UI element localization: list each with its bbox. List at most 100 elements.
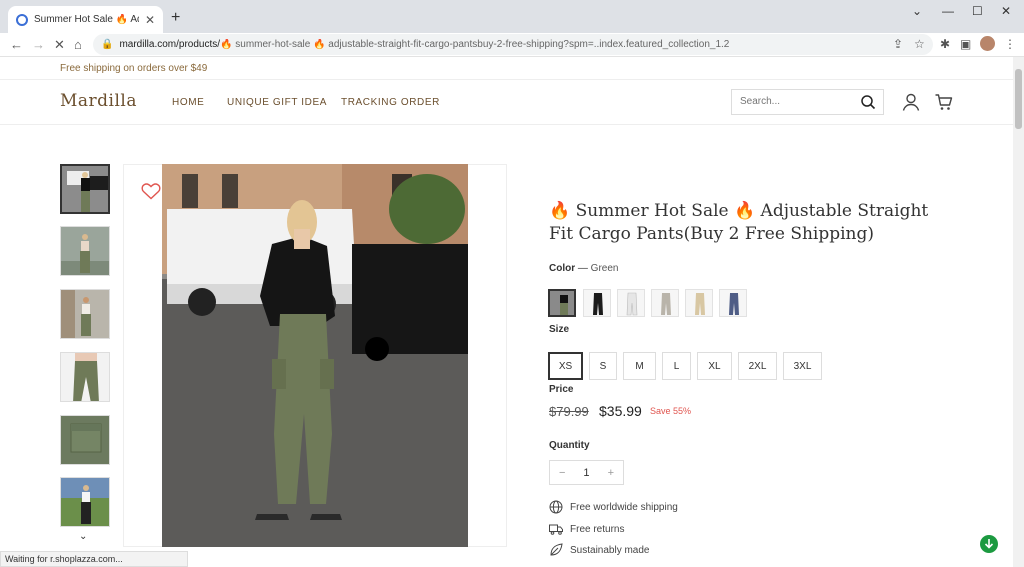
sale-price: $35.99	[599, 403, 642, 419]
thumbnail-image	[61, 416, 109, 464]
address-bar-row: ← → ✕ ⌂ 🔒 mardilla.com/products/ 🔥 summe…	[0, 33, 1024, 57]
color-label-row: Color — Green	[549, 263, 618, 274]
search-input[interactable]	[740, 96, 850, 107]
quantity-label-text: Quantity	[549, 440, 590, 451]
minimize-icon[interactable]: —	[942, 4, 954, 18]
cart-icon[interactable]	[934, 92, 954, 112]
color-dash: —	[577, 263, 588, 274]
product-title: 🔥 Summer Hot Sale 🔥 Adjustable Straight …	[549, 200, 949, 246]
thumbnail-4[interactable]	[60, 352, 110, 402]
size-s-button[interactable]: S	[589, 352, 617, 380]
globe-icon	[549, 500, 563, 514]
quantity-label: Quantity	[549, 440, 590, 451]
color-swatch-blue[interactable]	[719, 289, 747, 317]
size-xl-button[interactable]: XL	[697, 352, 732, 380]
home-icon[interactable]: ⌂	[74, 37, 82, 52]
main-product-image[interactable]	[162, 164, 468, 547]
quantity-value[interactable]: 1	[574, 461, 598, 484]
maximize-icon[interactable]: ☐	[972, 4, 983, 18]
color-swatch-black[interactable]	[583, 289, 611, 317]
close-tab-icon[interactable]: ✕	[145, 13, 155, 27]
quantity-stepper: − 1 +	[549, 460, 624, 485]
new-tab-icon[interactable]: +	[171, 9, 180, 27]
lock-icon[interactable]: 🔒	[101, 39, 113, 50]
side-panel-icon[interactable]: ▣	[960, 37, 971, 51]
price-label: Price	[549, 384, 573, 395]
extensions-icon[interactable]: ✱	[940, 37, 950, 51]
color-swatch-grey[interactable]	[651, 289, 679, 317]
url-host: mardilla.com/products/	[119, 39, 221, 50]
size-xs-button[interactable]: XS	[548, 352, 583, 380]
thumbnail-image	[61, 478, 109, 526]
tab-title: Summer Hot Sale 🔥 Adjustab	[34, 14, 139, 25]
thumbnail-3[interactable]	[60, 289, 110, 339]
thumbnail-image	[61, 290, 109, 338]
color-swatch-green[interactable]	[548, 289, 576, 317]
color-swatch-khaki[interactable]	[685, 289, 713, 317]
tab-search-icon[interactable]: ⌄	[912, 4, 922, 18]
swatch-image	[652, 290, 678, 316]
size-3xl-button[interactable]: 3XL	[783, 352, 822, 380]
color-swatch-white[interactable]	[617, 289, 645, 317]
page-scrollbar[interactable]	[1013, 57, 1024, 567]
size-m-button[interactable]: M	[623, 352, 656, 380]
swatch-image	[550, 291, 574, 315]
quantity-increase-button[interactable]: +	[599, 461, 623, 484]
nav-unique-gift-idea[interactable]: UNIQUE GIFT IDEA	[227, 97, 327, 108]
feature-worldwide-shipping: Free worldwide shipping	[549, 500, 678, 514]
site-favicon-icon	[16, 13, 28, 26]
browser-tab[interactable]: Summer Hot Sale 🔥 Adjustab ✕	[8, 6, 163, 33]
feature-text: Free returns	[570, 523, 625, 535]
swatch-image	[618, 290, 644, 316]
price-label-text: Price	[549, 384, 574, 395]
color-label: Color	[549, 263, 576, 274]
bookmark-star-icon[interactable]: ☆	[914, 37, 925, 51]
save-badge: Save 55%	[650, 406, 692, 416]
close-window-icon[interactable]: ✕	[1001, 4, 1011, 18]
site-logo[interactable]: Mardilla	[60, 91, 137, 111]
search-icon[interactable]	[860, 94, 876, 110]
scrollbar-thumb[interactable]	[1015, 69, 1022, 129]
wishlist-heart-icon[interactable]	[141, 182, 161, 200]
thumbnail-6[interactable]	[60, 477, 110, 527]
thumbnail-5[interactable]	[60, 415, 110, 465]
nav-home[interactable]: HOME	[172, 97, 204, 108]
swatch-image	[686, 290, 712, 316]
stop-loading-icon[interactable]: ✕	[54, 37, 65, 53]
forward-icon[interactable]: →	[32, 37, 45, 52]
url-bar[interactable]: 🔒 mardilla.com/products/ 🔥 summer-hot-sa…	[93, 34, 933, 55]
feature-text: Free worldwide shipping	[570, 501, 678, 513]
back-icon[interactable]: ←	[10, 37, 23, 52]
browser-tab-bar: Summer Hot Sale 🔥 Adjustab ✕ + ⌄ — ☐ ✕	[0, 0, 1024, 33]
thumbnail-image	[61, 227, 109, 275]
feature-free-returns: Free returns	[549, 522, 624, 536]
size-l-button[interactable]: L	[662, 352, 691, 380]
download-app-icon[interactable]	[980, 535, 998, 553]
thumbnails-down-chevron-icon[interactable]: ⌄	[79, 531, 87, 542]
product-title-line-2: Fit Cargo Pants(Buy 2 Free Shipping)	[549, 224, 875, 244]
feature-text: Sustainably made	[570, 544, 650, 556]
profile-avatar[interactable]	[980, 36, 995, 51]
thumbnail-1[interactable]	[60, 164, 110, 214]
size-2xl-button[interactable]: 2XL	[738, 352, 777, 380]
nav-tracking-order[interactable]: TRACKING ORDER	[341, 97, 440, 108]
url-path: 🔥 summer-hot-sale 🔥 adjustable-straight-…	[220, 39, 730, 50]
search-box[interactable]	[731, 89, 884, 115]
announcement-text: Free shipping on orders over $49	[60, 63, 208, 74]
size-label-text: Size	[549, 324, 570, 335]
thumbnail-2[interactable]	[60, 226, 110, 276]
announcement-bar: Free shipping on orders over $49	[0, 58, 1014, 80]
original-price: $79.99	[549, 404, 589, 419]
size-label: Size	[549, 324, 569, 335]
arrow-down-icon	[984, 539, 994, 549]
product-photo	[162, 164, 468, 547]
truck-icon	[549, 524, 563, 535]
share-icon[interactable]: ⇪	[893, 37, 903, 51]
color-value: Green	[590, 263, 619, 274]
browser-menu-icon[interactable]: ⋮	[1004, 37, 1016, 51]
swatch-image	[584, 290, 610, 316]
thumbnail-image	[61, 353, 109, 401]
quantity-decrease-button[interactable]: −	[550, 461, 574, 484]
leaf-icon	[550, 543, 563, 556]
account-icon[interactable]	[901, 92, 921, 112]
